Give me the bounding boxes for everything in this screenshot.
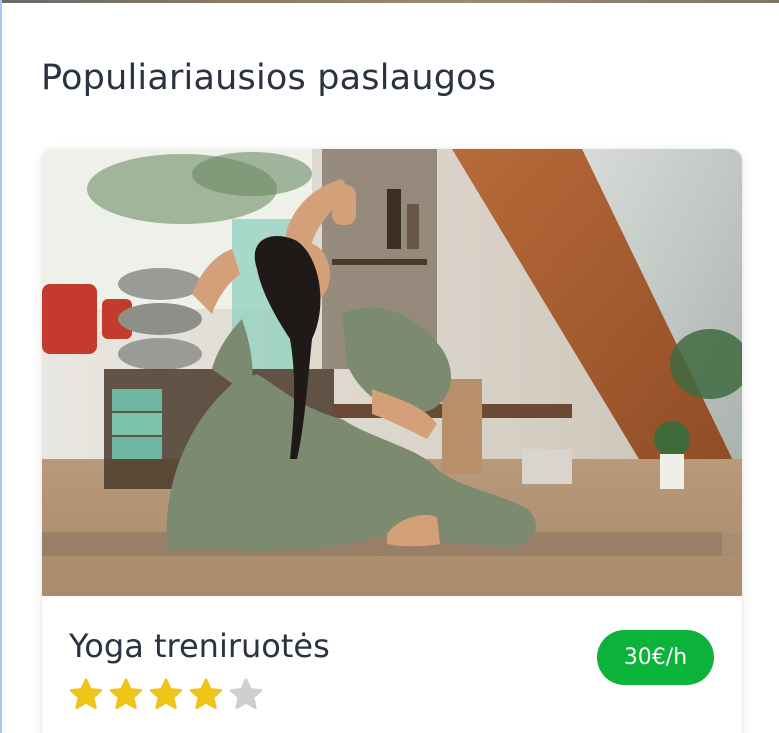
price-badge[interactable]: 30€/h [597,630,714,685]
popular-services-page: Populiariausios paslaugos Yoga treniruot… [0,0,779,733]
section-title: Populiariausios paslaugos [41,58,497,98]
star-filled-icon [189,678,223,709]
star-empty-icon [229,678,263,709]
service-card[interactable]: Yoga treniruotės 30€/h [42,149,742,733]
star-rating [68,677,264,713]
top-image-edge [2,0,779,3]
service-title: Yoga treniruotės [69,627,330,665]
yoga-photo [42,149,742,596]
service-photo[interactable] [42,149,742,596]
star-filled-icon [69,678,103,709]
star-filled-icon [149,678,183,709]
star-filled-icon [109,678,143,709]
